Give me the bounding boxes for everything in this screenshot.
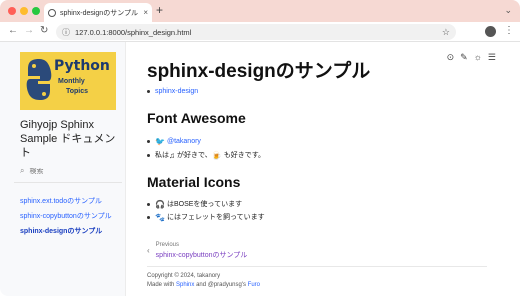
twitter-icon: 🐦 — [155, 137, 165, 146]
bullet-dot — [147, 202, 150, 206]
headphones-icon: 🎧 — [155, 199, 165, 209]
page-title: sphinx-designのサンプル — [147, 61, 371, 82]
tab-search-icon[interactable]: ⌄ — [504, 5, 512, 16]
sidebar-item-todo[interactable]: sphinx.ext.todoのサンプル — [20, 196, 102, 206]
site-title[interactable]: Gihyojp Sphinx Sample ドキュメント — [20, 118, 120, 160]
music-text-middle: が好きで、 — [177, 152, 212, 159]
maximize-window-button[interactable] — [32, 7, 40, 15]
and-text: and @pradyunsg's — [196, 282, 246, 288]
reload-icon[interactable]: ↻ — [40, 25, 48, 36]
furo-link[interactable]: Furo — [248, 282, 260, 288]
previous-page-link[interactable]: ‹ Previous sphinx-copybuttonのサンプル — [147, 242, 247, 260]
twitter-handle-link[interactable]: @takanory — [167, 138, 201, 145]
tab-active[interactable]: sphinx-designのサンプル - Gi... × — [44, 3, 152, 22]
beer-icon: 🍺 — [211, 150, 222, 160]
music-text-after: も好きです。 — [223, 152, 266, 159]
list-item-twitter: 🐦 @takanory — [147, 137, 201, 146]
new-tab-button[interactable]: + — [156, 3, 163, 17]
pets-icon: 🐾 — [155, 212, 165, 222]
prev-text-group: Previous sphinx-copybuttonのサンプル — [156, 242, 248, 260]
search-input[interactable] — [29, 167, 110, 175]
list-item-headphones: 🎧 はBOSEを使っています — [147, 199, 242, 209]
url-text[interactable]: 127.0.0.1:8000/sphinx_design.html — [75, 28, 442, 37]
sidebar-divider — [14, 182, 122, 183]
view-source-icon[interactable]: ⊙ — [447, 52, 455, 63]
browser-window: sphinx-designのサンプル - Gi... × + ⌄ ← → ↻ ⓘ… — [0, 0, 520, 296]
bookmark-star-icon[interactable]: ☆ — [442, 27, 450, 38]
sidebar-item-design[interactable]: sphinx-designのサンプル — [20, 226, 102, 236]
python-snake-icon — [26, 59, 52, 100]
sidebar-item-copybutton[interactable]: sphinx-copybuttonのサンプル — [20, 211, 112, 221]
headphones-text: はBOSEを使っています — [166, 201, 243, 208]
toc-link-sphinx-design[interactable]: sphinx-design — [155, 88, 198, 95]
section-heading-font-awesome: Font Awesome — [147, 110, 246, 126]
pets-text: にはフェレットを飼っています — [166, 214, 265, 221]
sidebar: Python Monthly Topics Gihyojp Sphinx Sam… — [0, 42, 126, 296]
prev-title[interactable]: sphinx-copybuttonのサンプル — [156, 250, 248, 260]
bullet-dot — [147, 215, 150, 219]
forward-arrow-icon[interactable]: → — [24, 25, 34, 36]
content-actions: ⊙ ✎ ☼ ☰ — [447, 52, 496, 63]
close-window-button[interactable] — [8, 7, 16, 15]
list-item-music: 私は ♫ が好きで、 🍺 も好きです。 — [147, 150, 265, 160]
tab-strip: sphinx-designのサンプル - Gi... × + ⌄ — [0, 0, 520, 22]
address-bar[interactable]: ⓘ 127.0.0.1:8000/sphinx_design.html ☆ — [56, 24, 456, 40]
back-arrow-icon[interactable]: ← — [8, 25, 18, 36]
logo-monthly-text: Monthly — [58, 78, 85, 85]
footer-made-with: Made with Sphinx and @pradyunsg's Furo — [147, 282, 260, 288]
minimize-window-button[interactable] — [20, 7, 28, 15]
browser-toolbar: ← → ↻ ⓘ 127.0.0.1:8000/sphinx_design.htm… — [0, 22, 520, 42]
bullet-dot — [147, 153, 150, 157]
music-text-before: 私は — [155, 152, 169, 159]
globe-icon — [48, 8, 56, 17]
main-content: ⊙ ✎ ☼ ☰ sphinx-designのサンプル sphinx-design… — [126, 42, 520, 296]
site-info-icon[interactable]: ⓘ — [62, 27, 70, 38]
list-item-pets: 🐾 にはフェレットを飼っています — [147, 212, 265, 222]
music-icon: ♫ — [169, 150, 175, 160]
tab-title: sphinx-designのサンプル - Gi... — [60, 9, 140, 17]
made-with-text: Made with — [147, 282, 175, 288]
logo-python-text: Python — [54, 58, 110, 74]
logo-topics-text: Topics — [66, 88, 89, 95]
footer-copyright: Copyright © 2024, takanory — [147, 273, 221, 279]
sphinx-link[interactable]: Sphinx — [176, 282, 194, 288]
tab-close-icon[interactable]: × — [143, 8, 148, 17]
footer-divider — [147, 266, 487, 267]
theme-toggle-icon[interactable]: ☼ — [474, 52, 482, 63]
bullet-dot — [147, 90, 150, 93]
profile-avatar[interactable] — [485, 26, 496, 37]
search-icon: ⌕ — [20, 166, 25, 175]
search-box[interactable]: ⌕ — [20, 164, 120, 178]
edit-icon[interactable]: ✎ — [460, 52, 468, 63]
section-heading-material-icons: Material Icons — [147, 174, 241, 190]
site-logo[interactable]: Python Monthly Topics — [20, 52, 116, 110]
chevron-left-icon: ‹ — [147, 246, 150, 255]
bullet-dot — [147, 140, 150, 143]
prev-label: Previous — [155, 242, 180, 248]
toc-icon[interactable]: ☰ — [488, 52, 496, 63]
toc-list-item: sphinx-design — [147, 88, 198, 95]
browser-menu-icon[interactable]: ⋮ — [504, 25, 514, 36]
